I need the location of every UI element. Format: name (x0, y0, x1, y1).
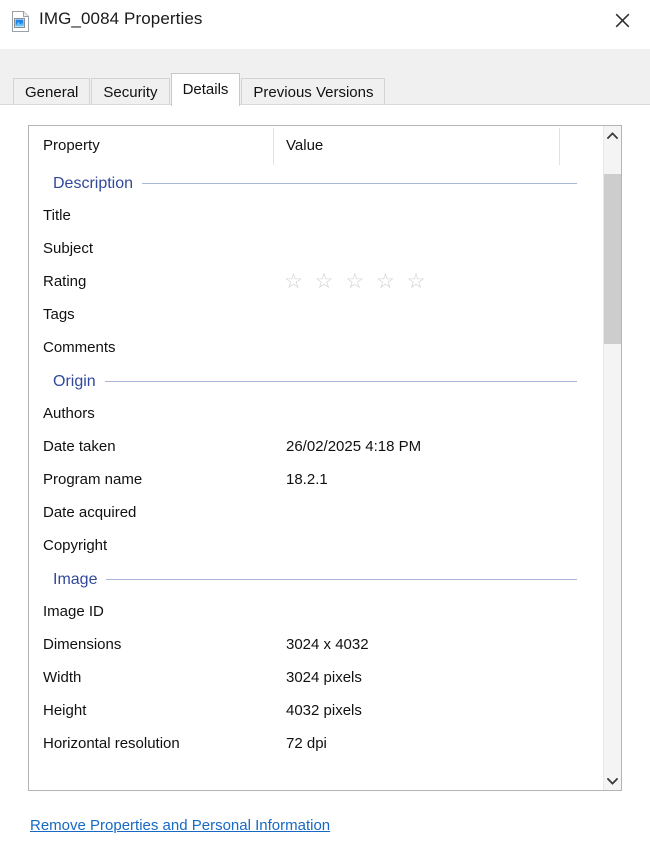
chevron-down-icon[interactable] (604, 772, 621, 790)
group-header-origin: Origin (29, 365, 603, 398)
properties-list: Property Value Description Title Subject (28, 125, 622, 791)
table-row[interactable]: Rating ☆ ☆ ☆ ☆ ☆ (29, 266, 603, 299)
property-value: 72 dpi (286, 735, 327, 752)
property-value: 4032 pixels (286, 702, 362, 719)
column-divider-value[interactable] (559, 128, 560, 165)
table-row[interactable]: Program name 18.2.1 (29, 464, 603, 497)
tab-strip: General Security Details Previous Versio… (0, 49, 650, 106)
property-name: Authors (43, 405, 95, 422)
tab-general[interactable]: General (13, 78, 91, 105)
property-name: Tags (43, 306, 75, 323)
property-name: Date taken (43, 438, 116, 455)
property-name: Width (43, 669, 82, 686)
table-row[interactable]: Authors (29, 398, 603, 431)
property-value: 18.2.1 (286, 471, 328, 488)
property-name: Image ID (43, 603, 104, 620)
close-button[interactable] (594, 0, 650, 40)
property-value: 26/02/2025 4:18 PM (286, 438, 422, 455)
properties-rows: Description Title Subject Rating ☆ ☆ ☆ ☆… (29, 167, 603, 761)
group-rule (104, 381, 577, 382)
table-row[interactable]: Tags (29, 299, 603, 332)
chevron-up-icon[interactable] (604, 126, 621, 144)
property-name: Height (43, 702, 87, 719)
property-name: Dimensions (43, 636, 122, 653)
property-name: Subject (43, 240, 94, 257)
property-value: 3024 x 4032 (286, 636, 369, 653)
image-file-icon (11, 11, 30, 32)
property-name: Horizontal resolution (43, 735, 180, 752)
group-rule (106, 579, 577, 580)
tab-details[interactable]: Details (170, 73, 241, 106)
rating-stars[interactable]: ☆ ☆ ☆ ☆ ☆ (284, 270, 428, 294)
table-row[interactable]: Dimensions 3024 x 4032 (29, 629, 603, 662)
table-row[interactable]: Copyright (29, 530, 603, 563)
scrollbar-thumb[interactable] (604, 174, 621, 344)
list-column-header: Property Value (29, 126, 603, 167)
group-header-description: Description (29, 167, 603, 200)
properties-list-viewport: Property Value Description Title Subject (29, 126, 603, 790)
table-row[interactable]: Horizontal resolution 72 dpi (29, 728, 603, 761)
table-row[interactable]: Subject (29, 233, 603, 266)
property-name: Date acquired (43, 504, 137, 521)
property-name: Title (43, 207, 71, 224)
group-title: Origin (53, 372, 96, 390)
property-name: Rating (43, 273, 87, 290)
property-name: Comments (43, 339, 116, 356)
table-row[interactable]: Height 4032 pixels (29, 695, 603, 728)
group-title: Description (53, 174, 134, 192)
table-row[interactable]: Date taken 26/02/2025 4:18 PM (29, 431, 603, 464)
table-row[interactable]: Image ID (29, 596, 603, 629)
table-row[interactable]: Date acquired (29, 497, 603, 530)
table-row[interactable]: Comments (29, 332, 603, 365)
vertical-scrollbar[interactable] (603, 126, 621, 790)
group-title: Image (53, 570, 98, 588)
property-name: Copyright (43, 537, 108, 554)
details-tab-panel: Property Value Description Title Subject (0, 104, 650, 865)
column-header-property: Property (43, 137, 100, 154)
tab-previous-versions[interactable]: Previous Versions (241, 78, 386, 105)
title-bar: IMG_0084 Properties (0, 0, 650, 49)
group-header-image: Image (29, 563, 603, 596)
column-divider-property[interactable] (273, 128, 274, 165)
property-value: 3024 pixels (286, 669, 362, 686)
window-title: IMG_0084 Properties (39, 9, 203, 28)
property-name: Program name (43, 471, 143, 488)
group-rule (142, 183, 577, 184)
table-row[interactable]: Title (29, 200, 603, 233)
tab-security[interactable]: Security (91, 78, 170, 105)
remove-properties-link[interactable]: Remove Properties and Personal Informati… (30, 817, 330, 834)
column-header-value: Value (286, 137, 324, 154)
tab-list: General Security Details Previous Versio… (13, 73, 386, 106)
table-row[interactable]: Width 3024 pixels (29, 662, 603, 695)
